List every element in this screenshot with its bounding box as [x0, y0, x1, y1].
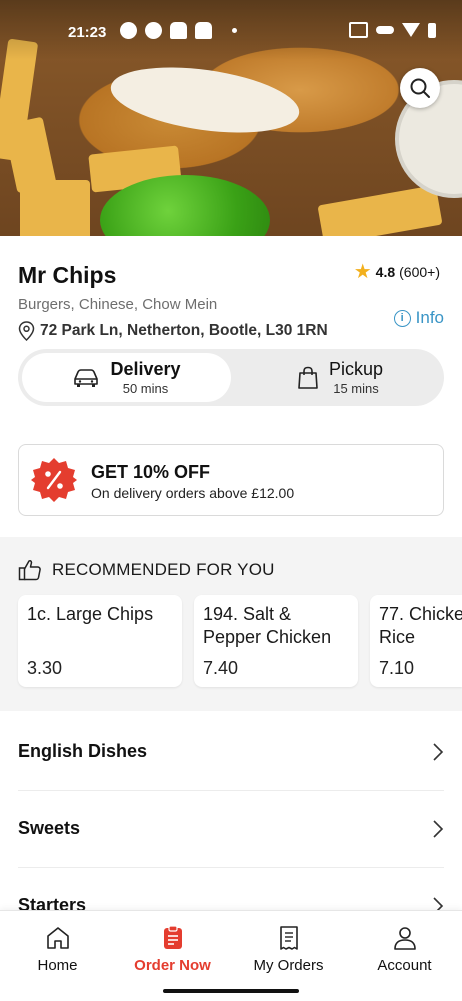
status-time: 21:23: [68, 24, 107, 41]
recommended-item-name: 1c. Large Chips: [27, 604, 154, 624]
battery-icon: [428, 22, 436, 38]
nav-my-orders-label: My Orders: [253, 957, 324, 974]
search-icon: [410, 78, 430, 98]
offer-banner[interactable]: GET 10% OFF On delivery orders above £12…: [18, 444, 444, 516]
offer-title: GET 10% OFF: [91, 462, 211, 482]
system-icons: [349, 22, 436, 38]
notification-icons: [120, 22, 237, 39]
recommended-heading: RECOMMENDED FOR YOU: [18, 559, 275, 581]
recommended-section: RECOMMENDED FOR YOU 1c. Large Chips 3.30…: [0, 537, 462, 711]
recommended-title: RECOMMENDED FOR YOU: [52, 560, 275, 579]
vpn-key-icon: [376, 26, 394, 34]
recommended-item-name: 194. Salt & Pepper Chicken: [203, 604, 332, 647]
delivery-time: 50 mins: [122, 381, 169, 396]
pickup-label: Pickup: [328, 359, 384, 379]
recommended-item-price: 7.40: [203, 658, 239, 678]
nav-home[interactable]: Home: [0, 925, 115, 974]
more-notifications-icon: [232, 28, 237, 33]
nav-account[interactable]: Account: [347, 925, 462, 974]
recommended-item-card[interactable]: 194. Salt & Pepper Chicken 7.40: [194, 595, 358, 687]
offer-subtitle: On delivery orders above £12.00: [91, 485, 295, 501]
android-icon: [170, 22, 187, 39]
rating-count: (600+): [399, 264, 440, 280]
recommended-item-price: 7.10: [379, 658, 415, 678]
rating: ★ 4.8 (600+): [353, 261, 440, 283]
recommended-item-card[interactable]: 1c. Large Chips 3.30: [18, 595, 182, 687]
order-icon: [163, 925, 182, 949]
chevron-right-icon: [433, 742, 444, 761]
gesture-home-indicator[interactable]: [163, 989, 299, 993]
category-label: English Dishes: [18, 741, 148, 761]
person-icon: [393, 927, 416, 950]
info-label: Info: [415, 308, 444, 327]
discount-badge-icon: [31, 458, 77, 502]
address-text: 72 Park Ln, Netherton, Bootle, L30 1RN: [40, 322, 328, 339]
category-row[interactable]: Sweets: [18, 790, 444, 868]
wifi-icon: [402, 23, 420, 37]
pickup-time: 15 mins: [333, 381, 379, 396]
nav-order-now[interactable]: Order Now: [115, 925, 230, 974]
recommended-item-price: 3.30: [27, 658, 63, 678]
search-button[interactable]: [400, 68, 440, 108]
delivery-label: Delivery: [110, 359, 181, 379]
restaurant-name: Mr Chips: [18, 262, 117, 288]
location-pin-icon: [18, 321, 35, 341]
chevron-right-icon: [433, 819, 444, 838]
category-label: Sweets: [18, 818, 81, 838]
order-mode-toggle: Delivery 50 mins Pickup 15 mins: [18, 349, 444, 406]
app-notification-icon: [145, 22, 162, 39]
info-button[interactable]: i Info: [393, 308, 444, 328]
app-notification-icon: [120, 22, 137, 39]
nav-home-label: Home: [37, 957, 78, 974]
info-icon: i: [393, 309, 411, 327]
shopping-bag-icon: [298, 366, 318, 389]
bottom-navigation: Home Order Now My Orders Account: [0, 910, 462, 1001]
car-icon: [74, 368, 99, 387]
status-bar: 21:23: [0, 0, 462, 60]
recommended-item-card[interactable]: 77. Chicken Fried Rice 7.10: [370, 595, 462, 687]
receipt-icon: [279, 926, 298, 950]
home-icon: [46, 927, 69, 949]
cast-icon: [349, 22, 368, 38]
android-icon: [195, 22, 212, 39]
star-icon: ★: [353, 261, 372, 283]
cuisine-list: Burgers, Chinese, Chow Mein: [18, 296, 218, 313]
nav-account-label: Account: [377, 957, 432, 974]
rating-value: 4.8: [375, 264, 396, 280]
category-row[interactable]: English Dishes: [18, 713, 444, 791]
address: 72 Park Ln, Netherton, Bootle, L30 1RN: [18, 321, 328, 341]
delivery-option[interactable]: Delivery 50 mins: [22, 353, 231, 402]
recommended-item-name: 77. Chicken Fried Rice: [379, 604, 462, 647]
nav-my-orders[interactable]: My Orders: [231, 925, 346, 974]
thumbs-up-icon: [18, 559, 41, 581]
pickup-option[interactable]: Pickup 15 mins: [240, 353, 440, 402]
nav-order-now-label: Order Now: [134, 957, 211, 974]
